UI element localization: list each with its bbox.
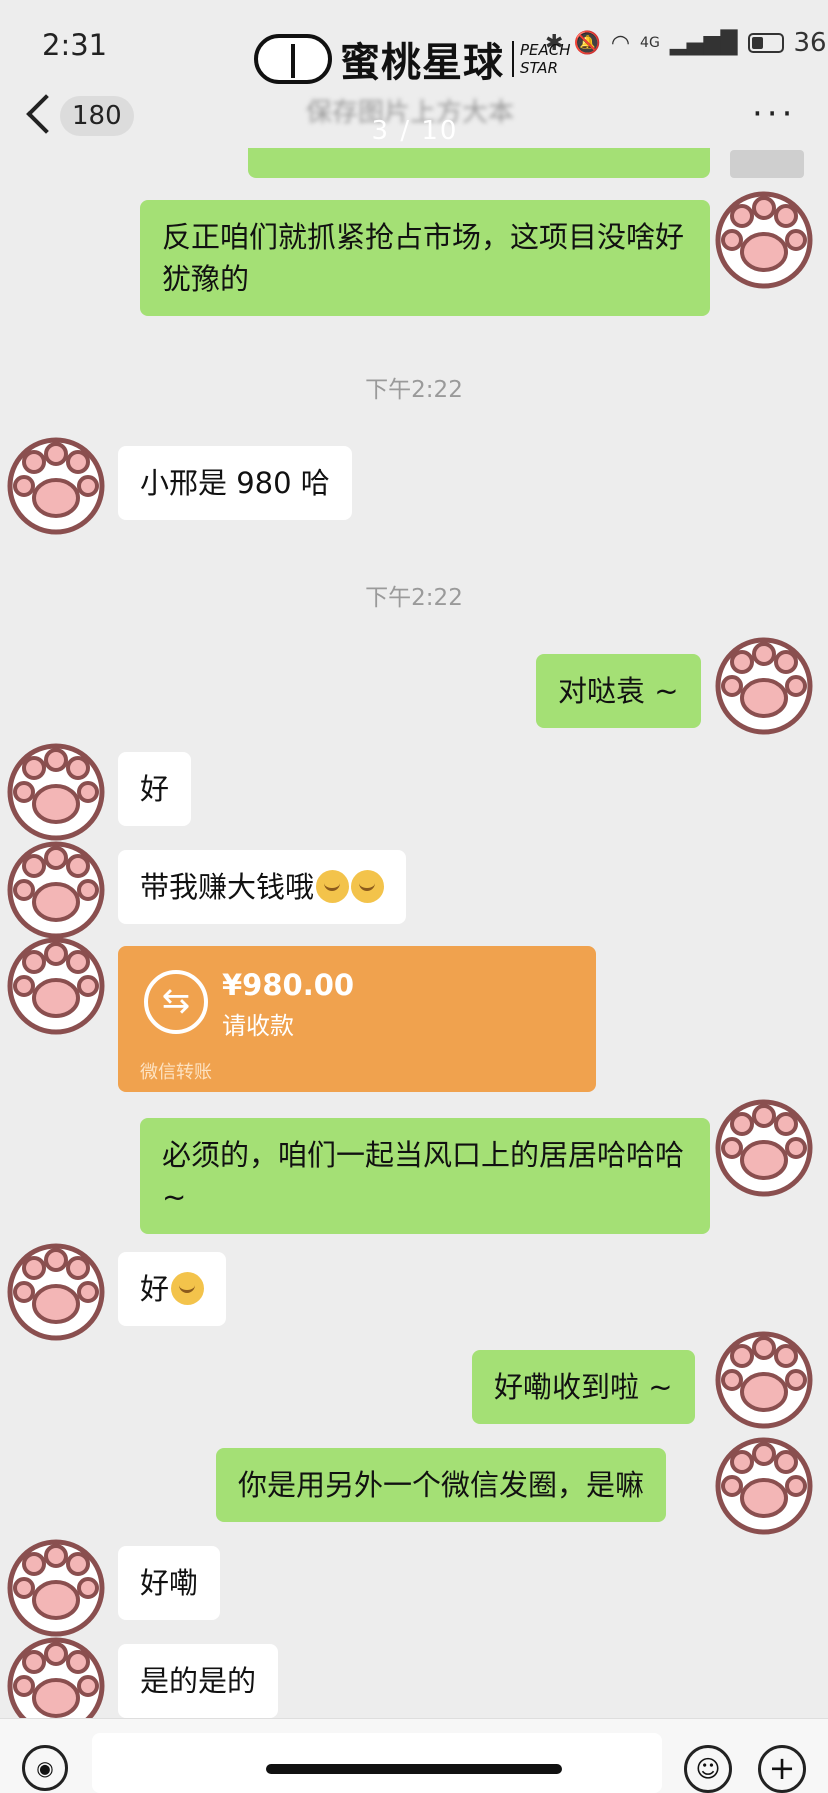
timestamp: 下午2:22 xyxy=(0,370,828,404)
message-text: 好 xyxy=(140,1272,169,1306)
peach-logo-icon xyxy=(254,34,332,84)
paw-avatar-icon[interactable] xyxy=(714,1098,814,1198)
paw-avatar-icon[interactable] xyxy=(714,1330,814,1430)
watermark-text: 蜜桃星球 xyxy=(340,30,504,88)
message-input[interactable] xyxy=(92,1733,662,1793)
transfer-footer: 微信转账 xyxy=(140,1058,212,1084)
their-message-bubble[interactable]: 好 xyxy=(118,752,191,826)
my-message-bubble[interactable]: 你是用另外一个微信发圈，是嘛 xyxy=(216,1448,666,1522)
status-time: 2:31 xyxy=(42,28,107,62)
more-dots-icon[interactable]: ··· xyxy=(752,94,796,134)
their-message-bubble[interactable]: 带我赚大钱哦 xyxy=(118,850,406,924)
paw-avatar-icon[interactable] xyxy=(6,840,106,940)
paw-avatar-icon[interactable] xyxy=(6,1538,106,1638)
paw-avatar-icon[interactable] xyxy=(6,1242,106,1342)
mute-icon: 🔕 xyxy=(573,31,600,56)
smirk-emoji-icon xyxy=(171,1272,204,1305)
paw-avatar-icon[interactable] xyxy=(6,436,106,536)
their-message-bubble[interactable]: 小邢是 980 哈 xyxy=(118,446,352,520)
chat-input-bar: ◉ ☺ + xyxy=(0,1718,828,1793)
watermark-subtext: PEACH STAR xyxy=(512,41,571,77)
their-message-bubble[interactable]: 好 xyxy=(118,1252,226,1326)
my-message-bubble[interactable]: 好嘞收到啦 ~ xyxy=(472,1350,695,1424)
transfer-status: 请收款 xyxy=(222,1006,294,1041)
home-indicator[interactable] xyxy=(266,1764,562,1774)
my-message-bubble[interactable]: 对哒袁 ~ xyxy=(536,654,701,728)
transfer-arrows-icon: ⇆ xyxy=(144,970,208,1034)
message-text: 带我赚大钱哦 xyxy=(140,870,314,904)
paw-avatar-icon[interactable] xyxy=(714,1436,814,1536)
network-label: 4G xyxy=(640,35,660,51)
status-icons: ✱ 🔕 ◠ 4G ▂▄▆█ 36% xyxy=(545,28,828,58)
transfer-amount: ¥980.00 xyxy=(222,968,354,1002)
paw-avatar-icon[interactable] xyxy=(714,636,814,736)
paw-avatar-icon[interactable] xyxy=(6,936,106,1036)
partial-message-bubble[interactable] xyxy=(248,148,710,178)
voice-icon[interactable]: ◉ xyxy=(22,1745,68,1791)
battery-icon xyxy=(748,33,784,53)
smirk-emoji-icon xyxy=(316,870,349,903)
my-message-bubble[interactable]: 反正咱们就抓紧抢占市场，这项目没啥好犹豫的 xyxy=(140,200,710,316)
their-message-bubble[interactable]: 是的是的 xyxy=(118,1644,278,1718)
page-indicator: 3 / 10 xyxy=(360,116,470,146)
their-message-bubble[interactable]: 好嘞 xyxy=(118,1546,220,1620)
battery-percentage: 36% xyxy=(794,28,828,58)
watermark-sub-line2: STAR xyxy=(520,59,558,77)
watermark-sub-line1: PEACH xyxy=(520,41,571,59)
paw-avatar-icon[interactable] xyxy=(6,742,106,842)
transfer-card[interactable]: ⇆ ¥980.00 请收款 微信转账 xyxy=(118,946,596,1092)
unread-count-badge[interactable]: 180 xyxy=(60,96,134,136)
timestamp: 下午2:22 xyxy=(0,578,828,612)
partial-image[interactable] xyxy=(730,150,804,178)
signal-icon: ▂▄▆█ xyxy=(670,31,738,56)
my-message-bubble[interactable]: 必须的，咱们一起当风口上的居居哈哈哈 ~ xyxy=(140,1118,710,1234)
watermark-logo: 蜜桃星球 PEACH STAR xyxy=(254,32,571,86)
smirk-emoji-icon xyxy=(351,870,384,903)
paw-avatar-icon[interactable] xyxy=(714,190,814,290)
emoji-icon[interactable]: ☺ xyxy=(684,1745,732,1793)
wifi-icon: ◠ xyxy=(611,31,630,56)
plus-icon[interactable]: + xyxy=(758,1745,806,1793)
